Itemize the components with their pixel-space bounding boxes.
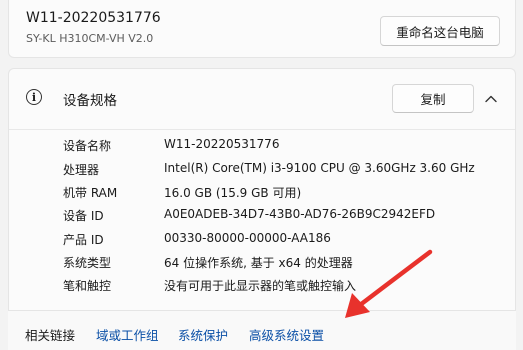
chevron-up-icon[interactable] <box>481 89 501 109</box>
device-model: SY-KL H310CM-VH V2.0 <box>26 32 154 45</box>
spec-row-device-id: 设备 ID A0E0ADEB-34D7-43B0-AD76-26B9C2942E… <box>9 204 515 226</box>
related-links-bar: 相关链接 域或工作组 系统保护 高级系统设置 <box>8 310 516 350</box>
spec-value: 16.0 GB (15.9 GB 可用) <box>164 186 302 200</box>
spec-row-system-type: 系统类型 64 位操作系统, 基于 x64 的处理器 <box>9 251 515 273</box>
device-card: W11-20220531776 SY-KL H310CM-VH V2.0 重命名… <box>8 0 516 58</box>
spec-value: 00330-80000-00000-AA186 <box>164 231 331 245</box>
spec-row-product-id: 产品 ID 00330-80000-00000-AA186 <box>9 228 515 250</box>
link-advanced-system-settings[interactable]: 高级系统设置 <box>249 325 324 344</box>
spec-value: A0E0ADEB-34D7-43B0-AD76-26B9C2942EFD <box>164 207 436 221</box>
related-links-title: 相关链接 <box>25 328 76 343</box>
spec-row-pen-touch: 笔和触控 没有可用于此显示器的笔或触控输入 <box>9 274 515 296</box>
device-specs-card: i 设备规格 复制 设备名称 W11-20220531776 处理器 Intel… <box>8 68 516 350</box>
spec-label: 处理器 <box>63 163 100 177</box>
spec-label: 机带 RAM <box>63 186 118 200</box>
device-specs-title: 设备规格 <box>63 93 117 109</box>
spec-row-ram: 机带 RAM 16.0 GB (15.9 GB 可用) <box>9 181 515 203</box>
spec-value: Intel(R) Core(TM) i3-9100 CPU @ 3.60GHz … <box>164 161 475 175</box>
spec-value: 没有可用于此显示器的笔或触控输入 <box>164 279 357 293</box>
spec-row-device-name: 设备名称 W11-20220531776 <box>9 134 515 156</box>
spec-label: 产品 ID <box>63 233 104 247</box>
spec-label: 设备 ID <box>63 209 104 223</box>
spec-label: 系统类型 <box>63 256 112 270</box>
link-system-protection[interactable]: 系统保护 <box>178 325 228 344</box>
spec-label: 设备名称 <box>63 139 112 153</box>
copy-button[interactable]: 复制 <box>392 84 474 113</box>
device-name: W11-20220531776 <box>26 10 161 26</box>
spec-value: 64 位操作系统, 基于 x64 的处理器 <box>164 256 353 270</box>
info-icon: i <box>26 89 42 105</box>
spec-row-processor: 处理器 Intel(R) Core(TM) i3-9100 CPU @ 3.60… <box>9 158 515 180</box>
spec-value: W11-20220531776 <box>164 137 280 151</box>
device-specs-header[interactable]: i 设备规格 复制 <box>9 69 515 130</box>
link-domain-workgroup[interactable]: 域或工作组 <box>96 325 159 344</box>
rename-pc-button[interactable]: 重命名这台电脑 <box>380 16 500 46</box>
spec-label: 笔和触控 <box>63 279 112 293</box>
